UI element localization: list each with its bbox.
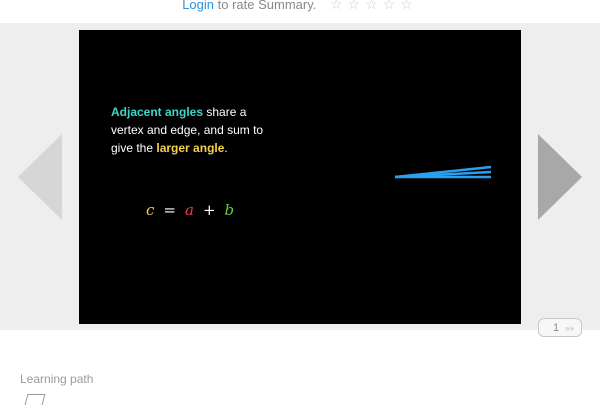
rating-bar: Login to rate Summary. ☆☆☆☆☆: [0, 0, 600, 23]
larger-angle-term: larger angle: [156, 141, 225, 155]
equation-c: c: [146, 201, 155, 219]
star-icon[interactable]: ☆: [330, 0, 348, 12]
slide-explanation: Adjacent angles share a vertex and edge,…: [111, 103, 281, 157]
page-indicator[interactable]: 1 »»: [538, 318, 582, 337]
equation-a: a: [184, 201, 194, 219]
login-link[interactable]: Login: [182, 0, 214, 12]
star-icon[interactable]: ☆: [400, 0, 418, 12]
more-pages-icon: »»: [565, 324, 575, 333]
rate-text: to rate Summary.: [214, 0, 317, 12]
equation-equals: =: [163, 201, 176, 219]
next-slide-arrow-icon[interactable]: [538, 134, 582, 220]
adjacent-angles-diagram: [394, 165, 492, 179]
star-icon[interactable]: ☆: [348, 0, 366, 12]
angle-sum-equation: c = a + b: [146, 201, 243, 219]
star-rating[interactable]: ☆☆☆☆☆: [330, 0, 418, 11]
slide-viewer: Adjacent angles share a vertex and edge,…: [0, 23, 600, 337]
slide-canvas: Adjacent angles share a vertex and edge,…: [79, 30, 521, 324]
equation-plus: +: [202, 201, 216, 219]
star-icon[interactable]: ☆: [383, 0, 401, 12]
explanation-period: .: [224, 141, 228, 155]
current-page: 1: [553, 322, 560, 334]
previous-slide-arrow-icon[interactable]: [18, 134, 62, 220]
star-icon[interactable]: ☆: [365, 0, 383, 12]
equation-b: b: [224, 201, 235, 219]
adjacent-angles-term: Adjacent angles: [111, 105, 204, 119]
learning-path-heading: Learning path: [20, 372, 94, 386]
